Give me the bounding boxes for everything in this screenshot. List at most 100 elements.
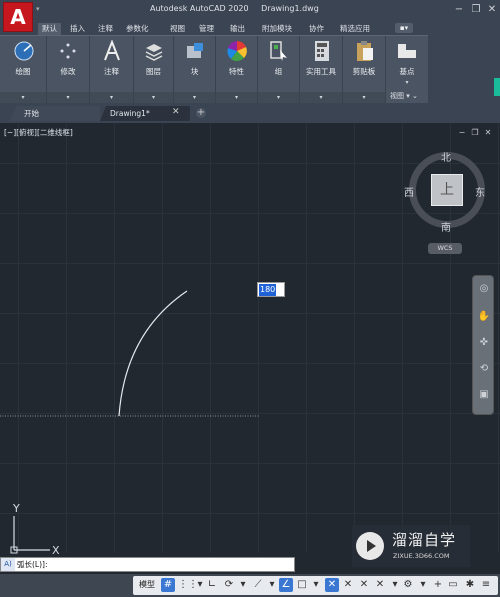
viewport-close-icon[interactable]: ✕ (483, 128, 493, 138)
tab-parametric[interactable]: 参数化 (126, 23, 149, 35)
scale-dropdown-icon[interactable]: ▾ (388, 578, 402, 592)
insert-block-icon (187, 43, 203, 58)
command-prompt-text: 弧长(L)]: (17, 560, 48, 569)
tab-annotate[interactable]: 注释 (98, 23, 113, 35)
ribbon-group-groups[interactable]: 组 ▾ (258, 36, 300, 104)
ribbon-group-modify[interactable]: 修改 ▾ (47, 36, 90, 104)
color-wheel-icon (227, 41, 247, 61)
arc-entity[interactable] (118, 290, 188, 417)
ribbon-tabs: 默认 插入 注释 参数化 视图 管理 输出 附加模块 协作 精选应用 ▪▾ (0, 22, 500, 35)
ribbon-group-label: 图层 (146, 67, 161, 76)
play-logo-icon (356, 532, 384, 560)
move-icon (60, 43, 76, 59)
chevron-down-icon[interactable]: ▾ (174, 94, 215, 101)
text-A-icon (104, 40, 120, 61)
command-prefix: A) (1, 558, 15, 571)
calculator-icon (315, 41, 329, 61)
drawing-viewport[interactable]: [−][俯视][二维线框] − ❐ ✕ 上 北 南 东 西 WCS ◎ ✋ ✜ … (0, 123, 500, 567)
ribbon-group-label: 绘图 (15, 67, 31, 76)
chevron-down-icon[interactable]: ▾ (258, 94, 299, 101)
tab-home[interactable]: 默认 (38, 23, 61, 35)
chevron-down-icon[interactable]: ▾ (134, 94, 173, 101)
tab-start[interactable]: 开始 (10, 106, 100, 121)
chevron-down-icon[interactable]: ▾ (216, 94, 257, 101)
dynamic-input-field[interactable]: 180 (257, 282, 285, 297)
tab-collaborate[interactable]: 协作 (309, 23, 324, 35)
viewport-vertical-scrollbar[interactable] (481, 243, 495, 551)
polar-dropdown-icon[interactable]: ▾ (236, 578, 250, 592)
tab-manage[interactable]: 管理 (199, 23, 214, 35)
workspace-gear-icon[interactable]: ⚙ (401, 578, 415, 592)
annotation-monitor-icon[interactable]: + (431, 578, 445, 592)
ribbon-group-block[interactable]: 块 ▾ (174, 36, 216, 104)
watermark-subtitle: ZIXUE.3D66.COM (393, 552, 450, 560)
ucs-icon[interactable]: Y X (8, 498, 68, 558)
status-bar: 模型 # ⋮⋮ ▾ ∟ ⟳ ▾ ⟋ ▾ ∠ □ ▾ ✕ ✕ ✕ ✕ ▾ ⚙ ▾ … (0, 574, 500, 597)
tab-addins[interactable]: 附加模块 (262, 23, 292, 35)
tab-view[interactable]: 视图 (170, 23, 185, 35)
osnap-dropdown-icon[interactable]: ▾ (309, 578, 323, 592)
ribbon-group-label: 特性 (229, 67, 244, 76)
new-tab-icon[interactable]: + (196, 108, 206, 118)
drawing-canvas[interactable] (0, 123, 480, 553)
object-snap-tracking-icon[interactable]: ∠ (279, 578, 293, 592)
ribbon-group-utilities[interactable]: 实用工具 ▾ (300, 36, 343, 104)
window-title: Autodesk AutoCAD 2020 Drawing1.dwg (150, 4, 319, 13)
view-panel-title[interactable]: 视图 ▾ ⌄ (390, 91, 418, 101)
ribbon-group-properties[interactable]: 特性 ▾ (216, 36, 258, 104)
tab-featured-apps[interactable]: 精选应用 (340, 23, 370, 35)
ribbon-panel: 绘图 ▾ 修改 ▾ 注释 ▾ 图层 ▾ 块 ▾ 特性 ▾ 组 ▾ 实用工具 ▾ … (0, 35, 428, 104)
ortho-icon[interactable]: ∟ (205, 578, 219, 592)
autoscale-icon[interactable]: ✕ (373, 578, 387, 592)
chevron-down-icon[interactable]: ▾ (343, 94, 385, 101)
chevron-down-icon[interactable]: ▾ (300, 94, 342, 101)
grid-icon[interactable]: # (161, 578, 175, 592)
ribbon-group-layers[interactable]: 图层 ▾ (134, 36, 174, 104)
ribbon-group-label: 剪贴板 (352, 67, 376, 76)
close-tab-icon[interactable]: ✕ (172, 107, 182, 117)
units-icon[interactable]: ▭ (446, 578, 460, 592)
layers-icon (145, 44, 163, 61)
customize-icon[interactable]: ≡ (479, 578, 493, 592)
command-line[interactable]: A) 弧长(L)]: (0, 557, 295, 572)
ribbon-group-label: 注释 (104, 67, 119, 76)
watermark-logo: 溜溜自学 ZIXUE.3D66.COM (352, 525, 470, 567)
minimize-icon[interactable]: − (453, 4, 465, 16)
restore-icon[interactable]: ❐ (470, 4, 482, 16)
annotation-scale-icon[interactable]: ✕ (341, 578, 355, 592)
ribbon-group-clipboard[interactable]: 剪贴板 ▾ (343, 36, 386, 104)
annotation-visibility-icon[interactable]: ✕ (357, 578, 371, 592)
isolate-objects-icon[interactable]: ✱ (463, 578, 477, 592)
chevron-down-icon[interactable]: ▾ (386, 79, 428, 86)
polar-tracking-icon[interactable]: ⟳ (222, 578, 236, 592)
ucs-y-label: Y (12, 502, 20, 515)
dynamic-input-value[interactable]: 180 (259, 284, 277, 296)
ribbon-group-label: 修改 (60, 67, 76, 76)
chevron-down-icon[interactable]: ▾ (47, 94, 89, 101)
ribbon-group-draw[interactable]: 绘图 ▾ (0, 36, 47, 104)
side-accent-bar (494, 78, 500, 96)
ribbon-group-label: 组 (274, 67, 283, 76)
isodraft-icon[interactable]: ⟋ (251, 578, 265, 592)
snap-icon[interactable]: ⋮⋮ (178, 578, 198, 592)
quick-access-dropdown-icon[interactable]: ▾ (36, 5, 42, 15)
application-menu-button[interactable]: A (3, 2, 33, 32)
dynamic-input-icon[interactable]: ✕ (325, 578, 339, 592)
tab-insert[interactable]: 插入 (70, 23, 85, 35)
watermark-title: 溜溜自学 (392, 531, 457, 549)
ribbon-group-annotation[interactable]: 注释 ▾ (90, 36, 134, 104)
isodraft-dropdown-icon[interactable]: ▾ (265, 578, 279, 592)
ribbon-options-icon[interactable]: ▪▾ (395, 23, 413, 33)
workspace-dropdown-icon[interactable]: ▾ (416, 578, 430, 592)
tab-output[interactable]: 输出 (230, 23, 245, 35)
model-space-button[interactable]: 模型 (139, 579, 155, 590)
autocad-window: A ▾ Autodesk AutoCAD 2020 Drawing1.dwg −… (0, 0, 500, 597)
draw-circle-icon (14, 41, 34, 61)
object-snap-icon[interactable]: □ (295, 578, 309, 592)
chevron-down-icon[interactable]: ▾ (90, 94, 133, 101)
status-tray: 模型 # ⋮⋮ ▾ ∟ ⟳ ▾ ⟋ ▾ ∠ □ ▾ ✕ ✕ ✕ ✕ ▾ ⚙ ▾ … (133, 576, 498, 595)
ucs-x-label: X (52, 544, 60, 557)
base-point-icon (398, 44, 416, 58)
close-icon[interactable]: ✕ (486, 4, 498, 16)
chevron-down-icon[interactable]: ▾ (0, 94, 46, 101)
